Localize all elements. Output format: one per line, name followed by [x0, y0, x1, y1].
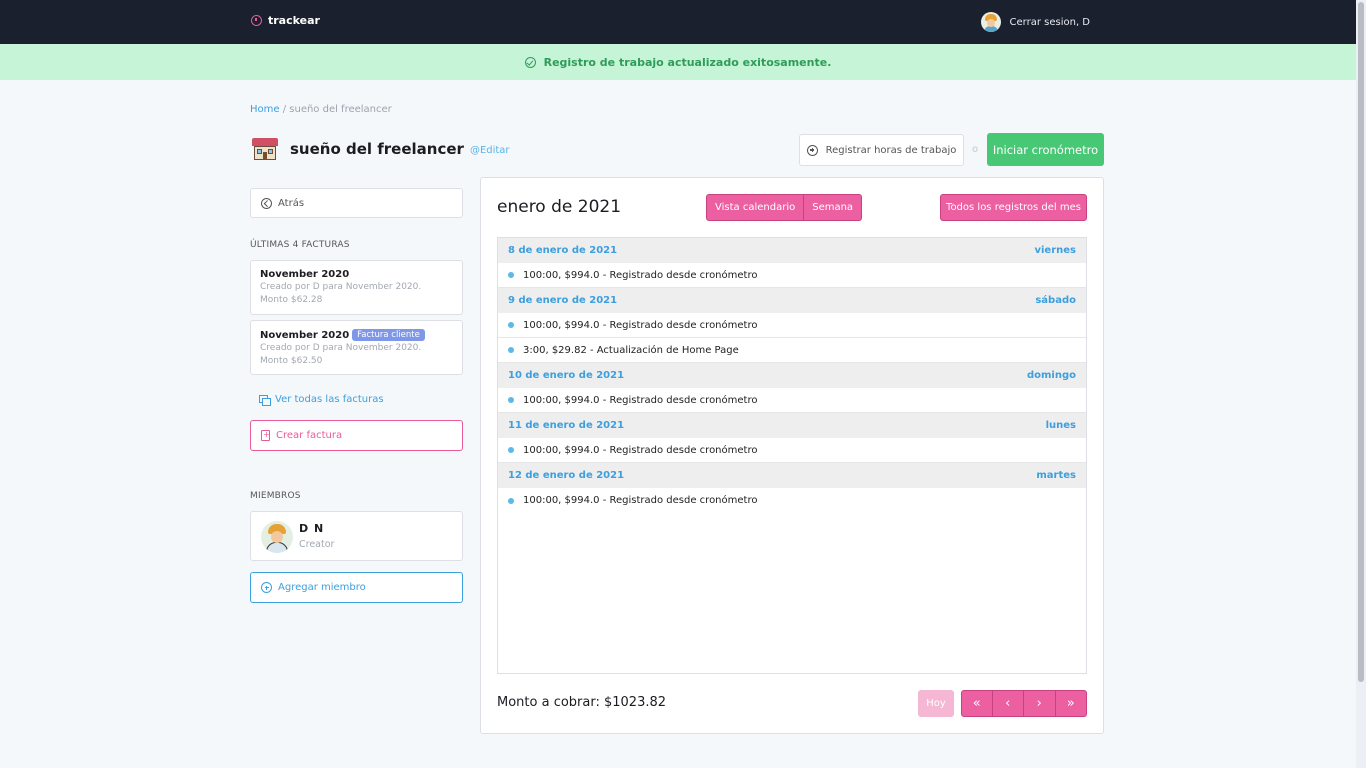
calendar-panel: enero de 2021 Vista calendario Semana To… — [480, 177, 1104, 734]
entry-text: 100:00, $994.0 - Registrado desde cronóm… — [523, 269, 758, 281]
invoice-card[interactable]: November 2020 Creado por D para November… — [250, 260, 463, 315]
brand-logo[interactable]: trackear — [251, 14, 320, 27]
day-weekday: viernes — [1034, 245, 1076, 256]
list-item[interactable]: 100:00, $994.0 - Registrado desde cronóm… — [498, 388, 1086, 413]
day-weekday: martes — [1036, 470, 1076, 481]
invoice-amount: Monto $62.28 — [260, 295, 323, 305]
day-weekday: sábado — [1035, 295, 1076, 306]
invoice-created: Creado por D para November 2020. — [260, 282, 422, 292]
records-list: 8 de enero de 2021 viernes 100:00, $994.… — [497, 237, 1087, 674]
add-member-button[interactable]: Agregar miembro — [250, 572, 463, 603]
day-header: 11 de enero de 2021 lunes — [498, 413, 1086, 438]
member-role: Creator — [299, 539, 335, 550]
clock-icon — [251, 15, 262, 26]
user-menu[interactable]: Cerrar sesion, D — [980, 12, 1090, 32]
log-hours-button[interactable]: Registrar horas de trabajo — [799, 134, 964, 166]
top-navbar: trackear Cerrar sesion, D — [0, 0, 1356, 44]
avatar — [980, 12, 1001, 32]
amount-to-charge: Monto a cobrar: $1023.82 — [497, 695, 667, 710]
entry-text: 3:00, $29.82 - Actualización de Home Pag… — [523, 344, 739, 356]
back-button[interactable]: Atrás — [250, 188, 463, 218]
view-toggle: Vista calendario Semana — [706, 194, 863, 221]
invoice-created: Creado por D para November 2020. — [260, 343, 422, 353]
or-separator: o — [972, 144, 979, 155]
list-item[interactable]: 100:00, $994.0 - Registrado desde cronóm… — [498, 438, 1086, 463]
day-weekday: lunes — [1045, 420, 1076, 431]
scrollbar-thumb[interactable] — [1358, 2, 1364, 682]
previous-page-button[interactable]: ‹ — [992, 690, 1024, 717]
month-pager: « ‹ › » — [961, 690, 1087, 717]
first-page-button[interactable]: « — [961, 690, 993, 717]
bullet-icon — [508, 397, 514, 403]
entry-text: 100:00, $994.0 - Registrado desde cronóm… — [523, 444, 758, 456]
bullet-icon — [508, 447, 514, 453]
bullet-icon — [508, 272, 514, 278]
day-weekday: domingo — [1026, 370, 1076, 381]
page-scrollbar[interactable] — [1356, 0, 1366, 768]
invoice-card[interactable]: November 2020 Factura cliente Creado por… — [250, 320, 463, 375]
alert-message: Registro de trabajo actualizado exitosam… — [543, 55, 832, 69]
entry-text: 100:00, $994.0 - Registrado desde cronóm… — [523, 394, 758, 406]
next-page-button[interactable]: › — [1024, 690, 1056, 717]
list-item[interactable]: 100:00, $994.0 - Registrado desde cronóm… — [498, 313, 1086, 338]
create-invoice-button[interactable]: Crear factura — [250, 420, 463, 451]
invoices-heading: ÚLTIMAS 4 FACTURAS — [250, 240, 350, 250]
calendar-view-button[interactable]: Vista calendario — [706, 194, 805, 221]
client-invoice-badge: Factura cliente — [352, 329, 425, 341]
day-header: 8 de enero de 2021 viernes — [498, 238, 1086, 263]
create-invoice-label: Crear factura — [276, 430, 343, 441]
see-all-invoices-label: Ver todas las facturas — [275, 394, 384, 405]
day-header: 9 de enero de 2021 sábado — [498, 288, 1086, 313]
list-item[interactable]: 100:00, $994.0 - Registrado desde cronóm… — [498, 488, 1086, 513]
see-all-invoices-link[interactable]: Ver todas las facturas — [259, 394, 384, 406]
invoice-title: November 2020 — [260, 269, 350, 280]
member-card: D N Creator — [250, 511, 463, 561]
bullet-icon — [508, 322, 514, 328]
month-title: enero de 2021 — [497, 197, 622, 217]
project-header: sueño del freelancer @Editar — [252, 138, 510, 160]
day-header: 10 de enero de 2021 domingo — [498, 363, 1086, 388]
invoice-amount: Monto $62.50 — [260, 356, 323, 366]
logout-link[interactable]: Cerrar sesion, D — [1010, 17, 1090, 28]
bullet-icon — [508, 497, 514, 504]
all-records-button[interactable]: Todos los registros del mes — [940, 194, 1087, 221]
entry-text: 100:00, $994.0 - Registrado desde cronóm… — [523, 495, 758, 506]
day-date: 8 de enero de 2021 — [508, 245, 618, 256]
day-date: 11 de enero de 2021 — [508, 420, 625, 431]
start-timer-button[interactable]: Iniciar cronómetro — [987, 133, 1104, 166]
day-date: 10 de enero de 2021 — [508, 370, 625, 381]
edit-project-link[interactable]: @Editar — [470, 145, 510, 156]
breadcrumb-current: sueño del freelancer — [289, 104, 392, 115]
list-item[interactable]: 3:00, $29.82 - Actualización de Home Pag… — [498, 338, 1086, 363]
arrow-left-circle-icon — [261, 197, 272, 209]
entry-text: 100:00, $994.0 - Registrado desde cronóm… — [523, 319, 758, 331]
add-member-label: Agregar miembro — [278, 582, 366, 593]
today-button[interactable]: Hoy — [918, 690, 954, 717]
day-date: 9 de enero de 2021 — [508, 295, 618, 306]
day-header: 12 de enero de 2021 martes — [498, 463, 1086, 488]
house-icon — [252, 138, 278, 160]
file-plus-icon — [261, 430, 270, 441]
plus-circle-icon — [261, 582, 272, 593]
plus-circle-icon — [806, 144, 818, 156]
back-label: Atrás — [278, 197, 305, 209]
brand-name: trackear — [268, 14, 320, 27]
check-circle-icon — [524, 56, 536, 68]
success-alert: Registro de trabajo actualizado exitosam… — [0, 44, 1356, 80]
invoice-title: November 2020 — [260, 329, 350, 341]
member-name: D N — [299, 522, 325, 535]
week-view-button[interactable]: Semana — [804, 194, 863, 221]
list-item[interactable]: 100:00, $994.0 - Registrado desde cronóm… — [498, 263, 1086, 288]
copy-icon — [259, 395, 271, 406]
breadcrumb-home-link[interactable]: Home — [250, 104, 280, 115]
bullet-icon — [508, 347, 514, 353]
breadcrumb: Home / sueño del freelancer — [250, 104, 392, 115]
page-title: sueño del freelancer — [290, 140, 464, 158]
avatar — [261, 521, 293, 553]
breadcrumb-separator: / — [279, 104, 290, 115]
log-hours-label: Registrar horas de trabajo — [825, 144, 957, 156]
last-page-button[interactable]: » — [1055, 690, 1087, 717]
members-heading: MIEMBROS — [250, 491, 301, 501]
day-date: 12 de enero de 2021 — [508, 470, 625, 481]
